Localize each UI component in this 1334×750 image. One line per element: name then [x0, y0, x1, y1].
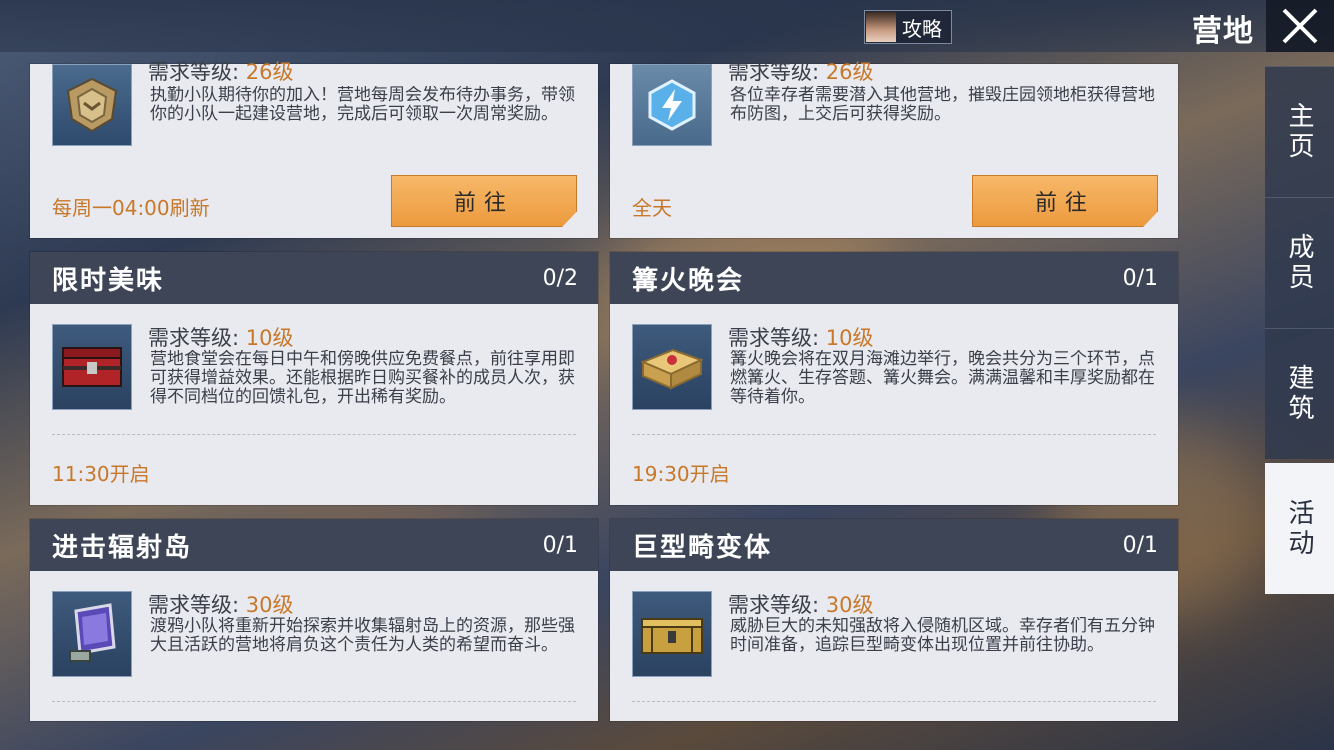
card-device-icon [52, 591, 132, 677]
requirement-level: 需求等级: 30级 [148, 593, 294, 617]
divider [632, 701, 1156, 702]
guide-button[interactable]: 攻略 [864, 10, 952, 44]
divider [632, 434, 1156, 435]
gold-crate-icon [632, 591, 712, 677]
activity-card: 需求等级: 26级 执勤小队期待你的加入！营地每周会发布待办事务，带领你的小队一… [30, 60, 598, 238]
requirement-level: 需求等级: 10级 [148, 326, 294, 350]
tab-members[interactable]: 成员 [1265, 197, 1334, 328]
requirement-level: 需求等级: 26级 [148, 60, 294, 84]
requirement-level: 需求等级: 26级 [728, 60, 874, 84]
card-title: 篝火晚会 [632, 266, 745, 296]
divider [52, 434, 576, 435]
card-title: 限时美味 [52, 266, 165, 296]
top-bar [0, 0, 1334, 52]
card-description: 营地食堂会在每日中午和傍晚供应免费餐点，前往享用即可获得增益效果。还能根据昨日购… [150, 350, 575, 407]
card-progress: 0/2 [542, 266, 578, 291]
tab-activities[interactable]: 活动 [1265, 463, 1334, 594]
card-header: 巨型畸变体 0/1 [610, 519, 1178, 571]
card-description: 篝火晚会将在双月海滩边举行，晚会共分为三个环节，点燃篝火、生存答题、篝火舞会。满… [730, 350, 1155, 407]
avatar [866, 12, 896, 42]
requirement-level: 需求等级: 30级 [728, 593, 874, 617]
card-progress: 0/1 [1122, 533, 1158, 558]
card-description: 执勤小队期待你的加入！营地每周会发布待办事务，带领你的小队一起建设营地，完成后可… [150, 86, 575, 124]
card-description: 各位幸存者需要潜入其他营地，摧毁庄园领地柜获得营地布防图，上交后可获得奖励。 [730, 86, 1155, 124]
card-time: 19:30开启 [632, 462, 730, 486]
activity-card[interactable]: 进击辐射岛 0/1 需求等级: 30级 渡鸦小队将重新开始探索并收集辐射岛上的资… [30, 519, 598, 721]
guide-label: 攻略 [902, 16, 942, 41]
close-icon [1282, 8, 1318, 44]
card-time: 全天 [632, 196, 672, 220]
activity-card[interactable]: 限时美味 0/2 需求等级: 10级 营地食堂会在每日中午和傍晚供应免费餐点，前… [30, 252, 598, 505]
card-time: 11:30开启 [52, 462, 150, 486]
tab-label: 主页 [1284, 102, 1314, 162]
page-title: 营地 [1192, 14, 1254, 49]
go-button[interactable]: 前往 [391, 175, 577, 227]
card-header: 进击辐射岛 0/1 [30, 519, 598, 571]
gift-box-icon [632, 324, 712, 410]
card-time: 每周一04:00刷新 [52, 196, 210, 220]
tab-label: 建筑 [1284, 364, 1314, 424]
activity-card[interactable]: 篝火晚会 0/1 需求等级: 10级 篝火晚会将在双月海滩边举行，晚会共分为三个… [610, 252, 1178, 505]
lightning-icon [632, 64, 712, 146]
tab-home[interactable]: 主页 [1265, 66, 1334, 197]
red-chest-icon [52, 324, 132, 410]
card-description: 渡鸦小队将重新开始探索并收集辐射岛上的资源，那些强大且活跃的营地将肩负这个责任为… [150, 617, 575, 655]
tab-label: 成员 [1284, 233, 1314, 293]
badge-icon [52, 64, 132, 146]
tab-label: 活动 [1284, 499, 1314, 559]
side-tabs: 主页 成员 建筑 活动 [1265, 66, 1334, 730]
card-title: 巨型畸变体 [632, 533, 773, 563]
activity-card: 需求等级: 26级 各位幸存者需要潜入其他营地，摧毁庄园领地柜获得营地布防图，上… [610, 60, 1178, 238]
divider [52, 701, 576, 702]
card-progress: 0/1 [1122, 266, 1158, 291]
tab-buildings[interactable]: 建筑 [1265, 328, 1334, 459]
go-button[interactable]: 前往 [972, 175, 1158, 227]
requirement-level: 需求等级: 10级 [728, 326, 874, 350]
card-progress: 0/1 [542, 533, 578, 558]
card-description: 威胁巨大的未知强敌将入侵随机区域。幸存者们有五分钟时间准备，追踪巨型畸变体出现位… [730, 617, 1155, 655]
card-header: 篝火晚会 0/1 [610, 252, 1178, 304]
close-button[interactable] [1266, 0, 1334, 52]
activity-card[interactable]: 巨型畸变体 0/1 需求等级: 30级 威胁巨大的未知强敌将入侵随机区域。幸存者… [610, 519, 1178, 721]
card-header: 限时美味 0/2 [30, 252, 598, 304]
card-title: 进击辐射岛 [52, 533, 193, 563]
